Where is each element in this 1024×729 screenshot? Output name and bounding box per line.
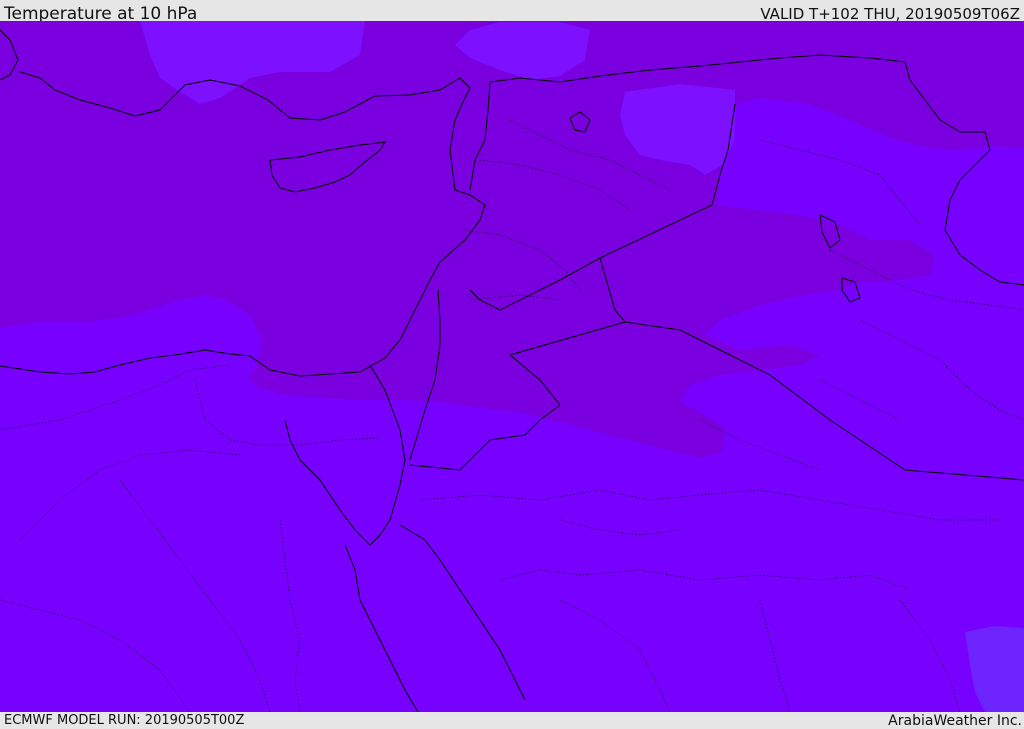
weather-map-frame: Temperature at 10 hPa VALID T+102 THU, 2…: [0, 0, 1024, 729]
credit-text: ArabiaWeather Inc.: [888, 713, 1022, 729]
model-run: ECMWF MODEL RUN: 20190505T00Z: [4, 713, 245, 728]
temperature-map: [0, 21, 1024, 712]
map-area[interactable]: [0, 21, 1024, 712]
header-bar: Temperature at 10 hPa VALID T+102 THU, 2…: [0, 0, 1024, 24]
footer-bar: ECMWF MODEL RUN: 20190505T00Z ArabiaWeat…: [0, 712, 1024, 729]
